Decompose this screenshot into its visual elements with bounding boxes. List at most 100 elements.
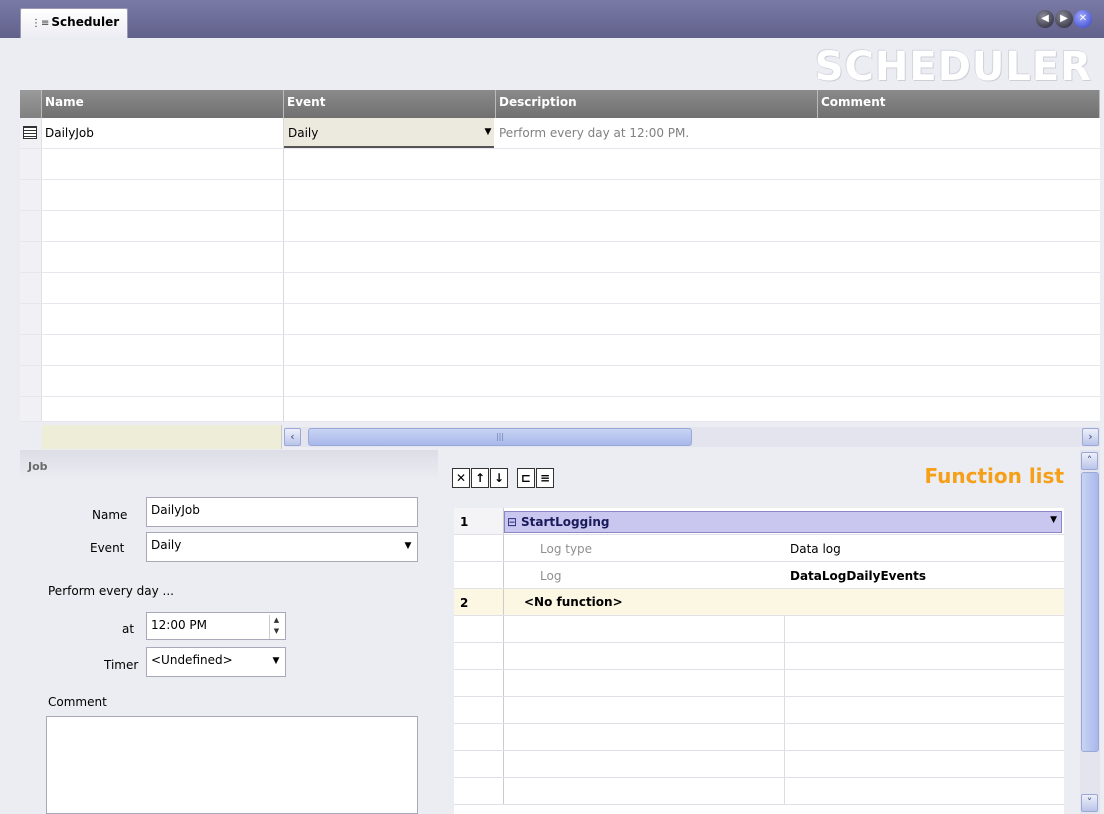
parameter-value[interactable]: DataLogDailyEvents [790,569,926,583]
move-up-icon[interactable]: ↑ [471,468,489,488]
empty-row [454,670,1064,697]
cell-name[interactable] [42,242,284,272]
row-header[interactable] [20,211,42,241]
name-field[interactable]: DailyJob [146,497,418,527]
cell-name[interactable] [42,304,284,334]
tab-strip: ⋮≡ Scheduler ◀ ▶ ✕ [0,0,1104,38]
function-list-title: Function list [924,464,1064,488]
comment-textarea[interactable] [46,716,418,814]
function-row[interactable]: 2 <No function> [454,589,1064,616]
job-panel-header: Job [20,450,438,480]
vertical-scroll-thumb[interactable] [1081,472,1099,752]
function-name: <No function> [524,595,623,609]
parameter-value[interactable]: Data log [790,542,841,556]
perform-text: Perform every day ... [48,584,174,598]
scroll-left-icon[interactable]: ‹ [284,428,301,446]
cell-name[interactable] [42,180,284,210]
event-select[interactable]: Daily ▼ [146,532,418,562]
row-number-blank [454,562,504,588]
collapse-node-icon[interactable]: ⊟ [507,515,517,529]
cell-event-dropdown[interactable]: Daily ▼ [284,118,494,148]
column-header-event[interactable]: Event [284,90,496,118]
column-divider [784,616,785,642]
job-panel: Job Name DailyJob Event Daily ▼ Perform … [20,450,438,814]
cell-name[interactable] [42,335,284,365]
table-row[interactable]: DailyJob Daily ▼ Perform every day at 12… [20,118,1100,149]
collapse-icon[interactable]: ⊏ [517,468,535,488]
empty-row [454,643,1064,670]
table-row[interactable] [20,304,1100,335]
function-number: 2 [454,589,504,615]
cell-name[interactable] [42,366,284,396]
table-row[interactable] [20,397,1100,422]
function-row[interactable]: 1 ⊟ StartLogging ▼ [454,508,1064,535]
row-header[interactable] [20,335,42,365]
time-value: 12:00 PM [151,618,207,632]
column-divider [784,751,785,777]
empty-row [454,751,1064,778]
chevron-down-icon[interactable]: ▼ [401,536,415,556]
at-label: at [122,622,135,636]
row-header[interactable] [20,118,42,148]
back-icon[interactable]: ◀ [1036,10,1054,28]
scroll-up-icon[interactable]: ˄ [1081,452,1098,470]
column-header-description[interactable]: Description [496,90,818,118]
spin-arrows-icon[interactable]: ▲ ▼ [269,615,283,639]
table-row[interactable] [20,273,1100,304]
timer-label: Timer [104,658,139,672]
scroll-down-icon[interactable]: ˅ [1081,794,1098,812]
cell-name[interactable] [42,397,284,421]
column-header-name[interactable]: Name [42,90,284,118]
row-header[interactable] [20,397,42,421]
parameter-name: Log [540,569,562,583]
table-row[interactable] [20,366,1100,397]
horizontal-scroll-thumb[interactable]: ||| [308,428,692,446]
row-header[interactable] [20,273,42,303]
parameter-row[interactable]: Log DataLogDailyEvents [454,562,1064,589]
cell-name[interactable] [42,211,284,241]
row-header[interactable] [20,180,42,210]
table-row[interactable] [20,242,1100,273]
column-divider [784,697,785,723]
row-header[interactable] [20,242,42,272]
table-row[interactable] [20,149,1100,180]
chevron-down-icon[interactable]: ▼ [1050,515,1057,525]
time-stepper[interactable]: 12:00 PM ▲ ▼ [146,612,286,640]
name-label: Name [92,508,128,522]
cell-name[interactable] [42,273,284,303]
function-list-table: 1 ⊟ StartLogging ▼ Log type Data log Log… [454,508,1064,814]
column-divider [784,670,785,696]
row-header[interactable] [20,304,42,334]
table-row[interactable] [20,335,1100,366]
cell-name-text: DailyJob [45,126,94,140]
timer-select[interactable]: <Undefined> ▼ [146,647,286,677]
row-number-blank [454,670,504,696]
table-row[interactable] [20,211,1100,242]
close-icon[interactable]: ✕ [1074,10,1092,28]
chevron-down-icon[interactable]: ▼ [482,127,494,137]
expand-icon[interactable]: ≡ [536,468,554,488]
event-label: Event [90,541,125,555]
column-divider [784,724,785,750]
function-name: StartLogging [521,515,610,529]
row-number-blank [454,616,504,642]
row-header[interactable] [20,149,42,179]
parameter-row[interactable]: Log type Data log [454,535,1064,562]
move-down-icon[interactable]: ↓ [490,468,508,488]
delete-function-icon[interactable]: ✕ [452,468,470,488]
column-divider [784,778,785,804]
comment-label: Comment [48,695,107,709]
scroll-right-icon[interactable]: › [1082,428,1099,446]
table-row[interactable] [20,180,1100,211]
row-header[interactable] [20,366,42,396]
cell-name[interactable] [42,149,284,179]
event-select-value: Daily [151,538,182,552]
chevron-down-icon[interactable]: ▼ [269,651,283,671]
function-select[interactable]: ⊟ StartLogging ▼ [504,511,1062,533]
cell-description[interactable]: Perform every day at 12:00 PM. [499,126,689,140]
forward-icon[interactable]: ▶ [1055,10,1073,28]
column-header-comment[interactable]: Comment [818,90,1100,118]
cell-name[interactable]: DailyJob [42,118,284,148]
scheduler-table: Name Event Description Comment DailyJob … [20,90,1100,422]
tab-scheduler[interactable]: ⋮≡ Scheduler [20,8,128,38]
